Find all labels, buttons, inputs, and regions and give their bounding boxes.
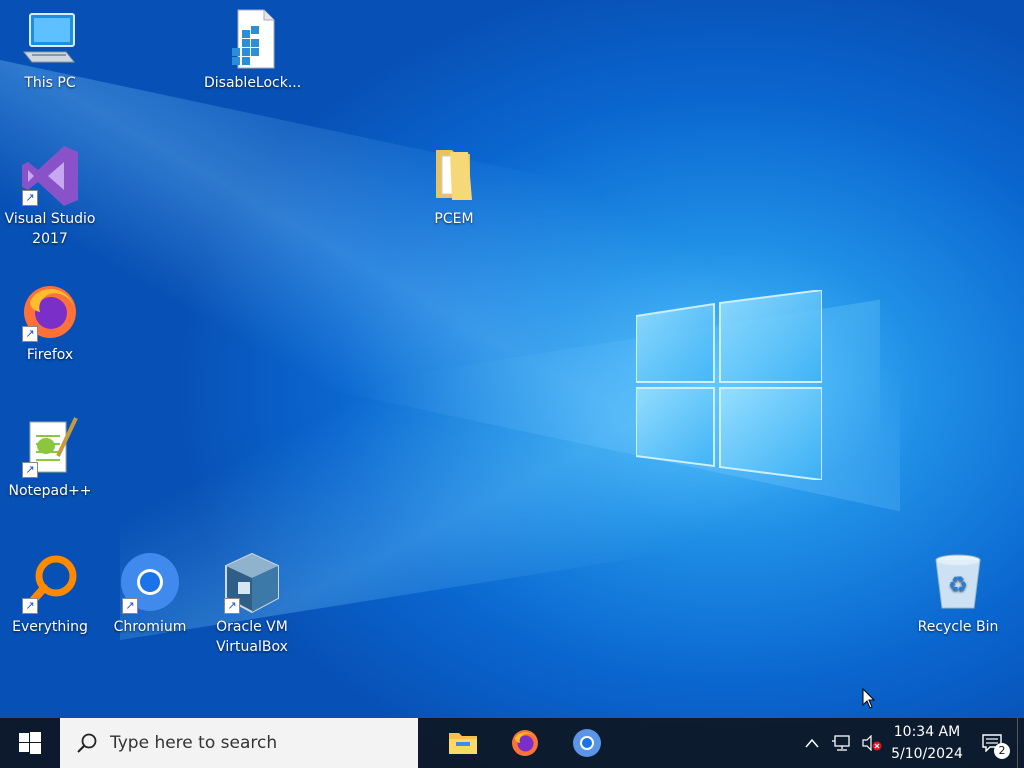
visual-studio-icon: ↗ (18, 144, 82, 208)
chevron-up-icon (805, 738, 819, 748)
network-status[interactable] (827, 718, 857, 768)
icon-label: Everything (12, 619, 88, 635)
icon-label: Notepad++ (8, 483, 92, 499)
notepadpp-icon: ↗ (18, 416, 82, 480)
virtualbox-icon: ↗ (220, 552, 284, 616)
search-placeholder: Type here to search (110, 733, 278, 753)
action-center-button[interactable]: 2 (967, 718, 1017, 768)
windows-start-icon (19, 732, 41, 754)
icon-label: This PC (24, 75, 76, 91)
shortcut-arrow-icon: ↗ (22, 190, 38, 206)
desktop-icon-chromium[interactable]: ↗ Chromium (102, 552, 198, 637)
firefox-icon: ↗ (18, 280, 82, 344)
speaker-muted-icon (862, 735, 882, 751)
firefox-icon (512, 730, 538, 756)
desktop-icon-visual-studio[interactable]: ↗ Visual Studio 2017 (2, 144, 98, 249)
desktop-icon-firefox[interactable]: ↗ Firefox (2, 280, 98, 365)
shortcut-arrow-icon: ↗ (122, 598, 138, 614)
chromium-icon: ↗ (118, 552, 182, 616)
windows-logo-wallpaper (636, 290, 822, 480)
mouse-cursor-icon (862, 688, 876, 709)
registry-file-icon (220, 8, 284, 72)
shortcut-arrow-icon: ↗ (22, 326, 38, 342)
chromium-icon (573, 729, 601, 757)
recycle-bin-icon: ♻ (926, 552, 990, 616)
desktop-icon-virtualbox[interactable]: ↗ Oracle VM VirtualBox (204, 552, 300, 657)
desktop-icon-disablelock[interactable]: DisableLock... (204, 8, 302, 93)
search-box[interactable]: Type here to search (60, 718, 418, 768)
shortcut-arrow-icon: ↗ (22, 462, 38, 478)
icon-label: Visual Studio 2017 (4, 211, 96, 247)
clock-date: 5/10/2024 (891, 746, 963, 762)
icon-label: Oracle VM VirtualBox (216, 619, 288, 655)
shortcut-arrow-icon: ↗ (22, 598, 38, 614)
icon-label: DisableLock... (204, 75, 302, 91)
show-hidden-icons[interactable] (797, 718, 827, 768)
network-icon (832, 735, 850, 751)
magnifier-icon: ↗ (18, 552, 82, 616)
taskbar-file-explorer[interactable] (432, 718, 494, 768)
desktop-icon-this-pc[interactable]: This PC (2, 8, 98, 93)
search-icon (77, 733, 97, 753)
clock-time: 10:34 AM (893, 724, 961, 740)
icon-label: Recycle Bin (917, 619, 999, 635)
desktop-icon-notepadpp[interactable]: ↗ Notepad++ (2, 416, 98, 501)
computer-icon (18, 8, 82, 72)
clock[interactable]: 10:34 AM 5/10/2024 (887, 721, 967, 765)
taskbar: Type here to search 10:34 AM 5/10/2024 2 (0, 718, 1024, 768)
svg-text:♻: ♻ (948, 573, 968, 598)
folder-icon (449, 733, 477, 754)
desktop-icon-pcem[interactable]: PCEM (406, 144, 502, 229)
icon-label: Firefox (26, 347, 74, 363)
folder-icon (422, 144, 486, 208)
icon-label: PCEM (434, 211, 474, 227)
notification-count-badge: 2 (994, 743, 1010, 759)
taskbar-chromium[interactable] (556, 718, 618, 768)
volume-control[interactable] (857, 718, 887, 768)
shortcut-arrow-icon: ↗ (224, 598, 240, 614)
desktop-icon-everything[interactable]: ↗ Everything (2, 552, 98, 637)
taskbar-firefox[interactable] (494, 718, 556, 768)
system-tray: 10:34 AM 5/10/2024 2 (797, 718, 1024, 768)
start-button[interactable] (0, 718, 60, 768)
icon-label: Chromium (113, 619, 187, 635)
desktop-icon-recycle-bin[interactable]: ♻ Recycle Bin (910, 552, 1006, 637)
show-desktop-button[interactable] (1017, 718, 1024, 768)
